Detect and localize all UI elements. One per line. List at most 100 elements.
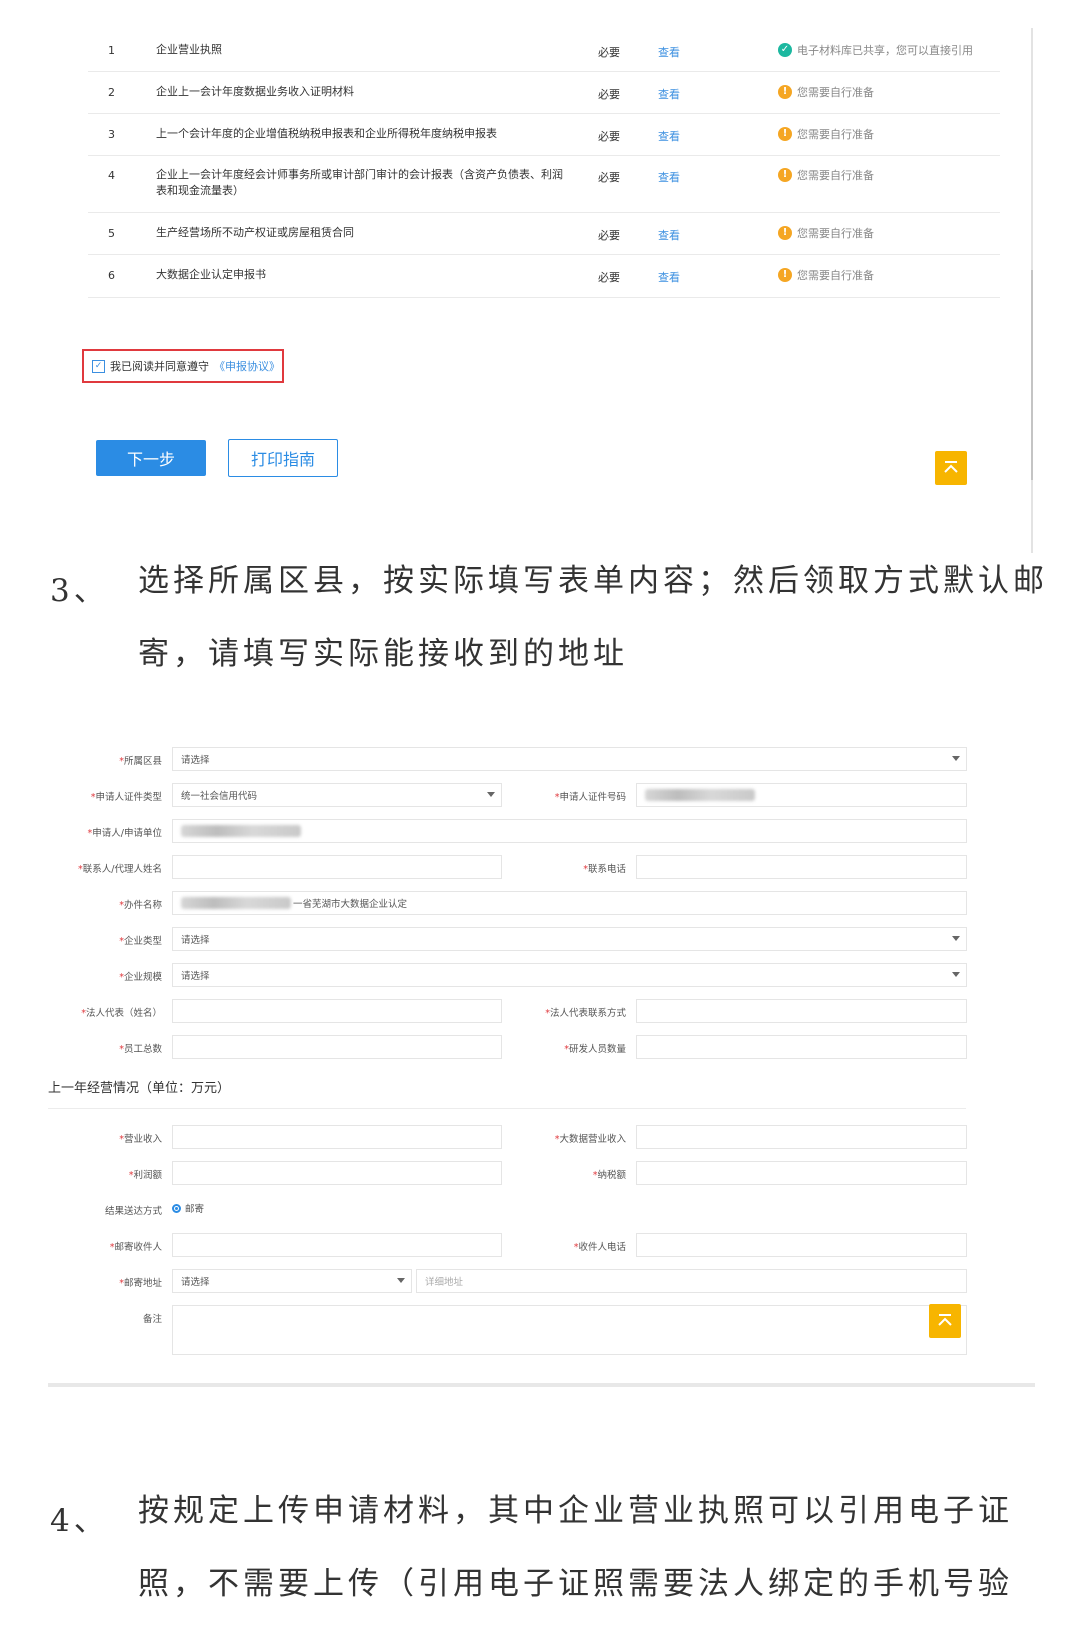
material-row: 1 企业营业执照 必要 查看 ✓ 电子材料库已共享，您可以直接引用 — [88, 28, 1000, 72]
agreement-checkbox-group[interactable]: ✓ 我已阅读并同意遵守 《申报协议》 — [82, 349, 284, 383]
recipient-input[interactable] — [172, 1233, 502, 1257]
row-number: 6 — [108, 269, 115, 282]
print-guide-button[interactable]: 打印指南 — [228, 439, 338, 477]
step-number: 3、 — [50, 573, 109, 609]
section-divider — [48, 1108, 966, 1109]
caret-down-icon — [952, 936, 960, 941]
material-row: 2 企业上一会计年度数据业务收入证明材料 必要 查看 ! 您需要自行准备 — [88, 71, 1000, 114]
legal-contact-label: *法人代表联系方式 — [545, 1008, 626, 1019]
material-status: ✓ 电子材料库已共享，您可以直接引用 — [778, 42, 973, 58]
step-text: 选择所属区县，按实际填写表单内容；然后领取方式默认邮寄，请填写实际能接收到的地址 — [138, 563, 1048, 672]
company-scale-label: *企业规模 — [119, 972, 162, 983]
tax-input[interactable] — [636, 1161, 967, 1185]
row-number: 3 — [108, 128, 115, 141]
legal-contact-input[interactable] — [636, 999, 967, 1023]
exclamation-circle-icon: ! — [778, 268, 792, 282]
view-link[interactable]: 查看 — [658, 86, 680, 102]
material-name: 企业上一会计年度数据业务收入证明材料 — [156, 85, 354, 98]
next-step-button[interactable]: 下一步 — [96, 440, 206, 476]
view-link[interactable]: 查看 — [658, 227, 680, 243]
materials-screenshot: 1 企业营业执照 必要 查看 ✓ 电子材料库已共享，您可以直接引用 2 企业上一… — [0, 0, 1040, 555]
caret-down-icon — [397, 1278, 405, 1283]
exclamation-circle-icon: ! — [778, 226, 792, 240]
check-circle-icon: ✓ — [778, 43, 792, 57]
contact-name-label: *联系人/代理人姓名 — [78, 864, 162, 875]
status-text: 您需要自行准备 — [797, 227, 874, 240]
bigdata-revenue-label: *大数据营业收入 — [554, 1134, 626, 1145]
remark-label: 备注 — [142, 1314, 162, 1325]
case-name-label: *办件名称 — [119, 900, 162, 911]
material-name: 企业营业执照 — [156, 43, 222, 56]
material-name: 企业上一会计年度经会计师事务所或审计部门审计的会计报表（含资产负债表、利润表和现… — [156, 168, 563, 197]
required-flag: 必要 — [598, 171, 620, 184]
staff-total-input[interactable] — [172, 1035, 502, 1059]
material-row: 3 上一个会计年度的企业增值税纳税申报表和企业所得税年度纳税申报表 必要 查看 … — [88, 113, 1000, 156]
view-link[interactable]: 查看 — [658, 269, 680, 285]
back-to-top-icon[interactable] — [935, 451, 967, 485]
divider — [48, 1383, 1035, 1387]
material-row: 6 大数据企业认定申报书 必要 查看 ! 您需要自行准备 — [88, 254, 1000, 298]
rd-staff-input[interactable] — [636, 1035, 967, 1059]
status-text: 您需要自行准备 — [797, 269, 874, 282]
bigdata-revenue-input[interactable] — [636, 1125, 967, 1149]
exclamation-circle-icon: ! — [778, 85, 792, 99]
required-flag: 必要 — [598, 229, 620, 242]
material-name: 大数据企业认定申报书 — [156, 268, 266, 281]
delivery-radio-group[interactable]: 邮寄 — [172, 1201, 204, 1215]
agreement-checkbox[interactable]: ✓ — [92, 359, 105, 373]
profit-input[interactable] — [172, 1161, 502, 1185]
address-detail-input[interactable]: 详细地址 — [416, 1269, 967, 1293]
step-number: 4、 — [50, 1503, 109, 1539]
case-name-input[interactable]: 一省芜湖市大数据企业认定 — [172, 891, 967, 915]
status-text: 您需要自行准备 — [797, 169, 874, 182]
material-status: ! 您需要自行准备 — [778, 167, 874, 183]
staff-total-label: *员工总数 — [119, 1044, 162, 1055]
material-status: ! 您需要自行准备 — [778, 225, 874, 241]
district-select[interactable]: 请选择 — [172, 747, 967, 771]
address-region-select[interactable]: 请选择 — [172, 1269, 412, 1293]
legal-rep-input[interactable] — [172, 999, 502, 1023]
row-number: 2 — [108, 86, 115, 99]
revenue-input[interactable] — [172, 1125, 502, 1149]
back-to-top-icon[interactable] — [929, 1304, 961, 1338]
address-label: *邮寄地址 — [119, 1278, 162, 1289]
cert-no-input[interactable] — [636, 783, 967, 807]
view-link[interactable]: 查看 — [658, 128, 680, 144]
scrollbar-thumb[interactable] — [1031, 270, 1033, 480]
contact-name-input[interactable] — [172, 855, 502, 879]
required-flag: 必要 — [598, 271, 620, 284]
row-number: 1 — [108, 44, 115, 57]
delivery-label: 结果送达方式 — [104, 1206, 162, 1217]
delivery-radio[interactable] — [172, 1203, 181, 1213]
view-link[interactable]: 查看 — [658, 44, 680, 60]
contact-phone-label: *联系电话 — [583, 864, 626, 875]
legal-rep-label: *法人代表（姓名） — [81, 1008, 162, 1019]
contact-phone-input[interactable] — [636, 855, 967, 879]
agreement-link[interactable]: 《申报协议》 — [214, 358, 280, 374]
view-link[interactable]: 查看 — [658, 169, 680, 185]
company-scale-select[interactable]: 请选择 — [172, 963, 967, 987]
material-status: ! 您需要自行准备 — [778, 126, 874, 142]
applicant-label: *申请人/申请单位 — [87, 828, 162, 839]
recipient-phone-label: *收件人电话 — [573, 1242, 626, 1253]
status-text: 电子材料库已共享，您可以直接引用 — [797, 44, 973, 57]
cert-type-select[interactable]: 统一社会信用代码 — [172, 783, 502, 807]
step-text: 按规定上传申请材料，其中企业营业执照可以引用电子证照，不需要上传（引用电子证照需… — [138, 1493, 1013, 1602]
status-text: 您需要自行准备 — [797, 128, 874, 141]
tax-label: *纳税额 — [592, 1170, 626, 1181]
required-flag: 必要 — [598, 130, 620, 143]
delivery-option: 邮寄 — [185, 1204, 205, 1215]
required-flag: 必要 — [598, 88, 620, 101]
exclamation-circle-icon: ! — [778, 127, 792, 141]
cert-type-label: *申请人证件类型 — [90, 792, 162, 803]
company-type-select[interactable]: 请选择 — [172, 927, 967, 951]
caret-down-icon — [952, 972, 960, 977]
section-title: 上一年经营情况（单位：万元） — [48, 1081, 231, 1096]
recipient-label: *邮寄收件人 — [109, 1242, 162, 1253]
remark-textarea[interactable] — [172, 1305, 967, 1355]
recipient-phone-input[interactable] — [636, 1233, 967, 1257]
status-text: 您需要自行准备 — [797, 86, 874, 99]
caret-down-icon — [952, 756, 960, 761]
rd-staff-label: *研发人员数量 — [564, 1044, 626, 1055]
applicant-input[interactable] — [172, 819, 967, 843]
